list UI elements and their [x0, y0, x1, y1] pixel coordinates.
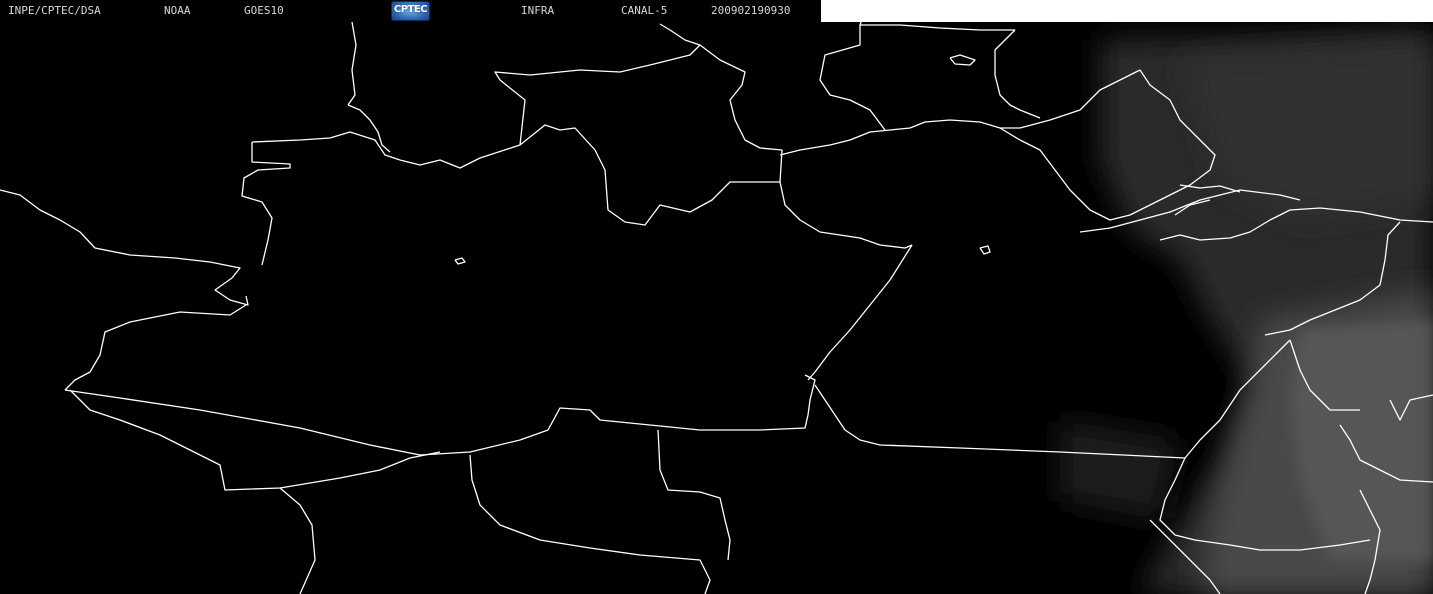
channel-label: CANAL-5 — [621, 4, 668, 17]
cptec-logo-icon: CPTEC — [391, 1, 430, 21]
agency-label: INPE/CPTEC/DSA — [8, 4, 101, 17]
header-blank-strip — [821, 0, 1433, 22]
band-label: INFRA — [521, 4, 555, 17]
image-header-bar: INPE/CPTEC/DSA NOAA GOES10 CPTEC INFRA C… — [0, 0, 821, 22]
infrared-satellite-map — [0, 9, 1433, 594]
logo-text: CPTEC — [393, 4, 428, 15]
satellite-image-view: INPE/CPTEC/DSA NOAA GOES10 CPTEC INFRA C… — [0, 0, 1433, 594]
timestamp-label: 200902190930 — [711, 4, 791, 17]
organization-label: NOAA — [164, 4, 191, 17]
satellite-label: GOES10 — [244, 4, 284, 17]
cloud-cover — [1060, 30, 1433, 594]
